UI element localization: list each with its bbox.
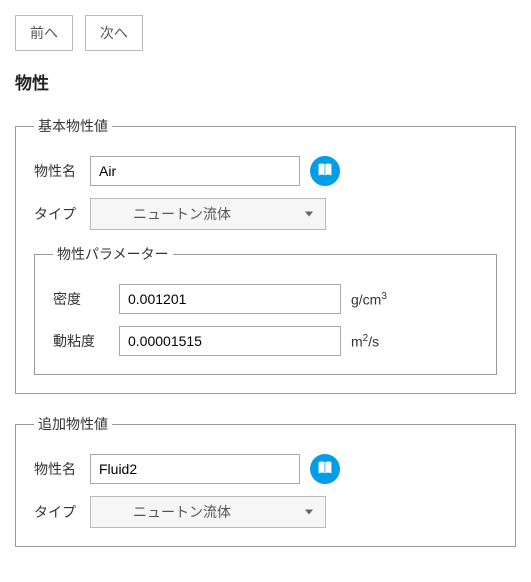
additional-type-label: タイプ xyxy=(34,502,90,522)
density-input[interactable] xyxy=(119,284,341,314)
basic-params-legend: 物性パラメーター xyxy=(53,244,173,264)
additional-properties-fieldset: 追加物性値 物性名 タイプ ニュートン流体 xyxy=(15,414,516,547)
density-row: 密度 g/cm3 xyxy=(53,284,478,314)
basic-name-label: 物性名 xyxy=(34,161,90,181)
nav-buttons: 前へ 次へ xyxy=(15,15,516,51)
additional-type-value: ニュートン流体 xyxy=(91,497,325,527)
basic-library-button[interactable] xyxy=(310,156,340,186)
basic-properties-legend: 基本物性値 xyxy=(34,116,112,136)
basic-type-value: ニュートン流体 xyxy=(91,199,325,229)
additional-name-input[interactable] xyxy=(90,454,300,484)
additional-type-row: タイプ ニュートン流体 xyxy=(34,496,497,528)
basic-properties-fieldset: 基本物性値 物性名 タイプ ニュートン流体 物性パラメーター 密度 g/cm3 xyxy=(15,116,516,394)
basic-type-select[interactable]: ニュートン流体 xyxy=(90,198,326,230)
density-unit: g/cm3 xyxy=(351,291,387,308)
additional-type-select[interactable]: ニュートン流体 xyxy=(90,496,326,528)
book-icon xyxy=(316,161,334,182)
basic-params-fieldset: 物性パラメーター 密度 g/cm3 動粘度 m2/s xyxy=(34,244,497,375)
viscosity-unit: m2/s xyxy=(351,333,379,350)
density-label: 密度 xyxy=(53,289,119,309)
additional-name-label: 物性名 xyxy=(34,459,90,479)
basic-name-row: 物性名 xyxy=(34,156,497,186)
viscosity-row: 動粘度 m2/s xyxy=(53,326,478,356)
chevron-down-icon xyxy=(305,510,313,515)
basic-type-row: タイプ ニュートン流体 xyxy=(34,198,497,230)
prev-button[interactable]: 前へ xyxy=(15,15,73,51)
basic-name-input[interactable] xyxy=(90,156,300,186)
additional-name-row: 物性名 xyxy=(34,454,497,484)
additional-properties-legend: 追加物性値 xyxy=(34,414,112,434)
book-icon xyxy=(316,459,334,480)
page-title: 物性 xyxy=(15,69,516,94)
viscosity-label: 動粘度 xyxy=(53,331,119,351)
basic-type-label: タイプ xyxy=(34,204,90,224)
viscosity-input[interactable] xyxy=(119,326,341,356)
chevron-down-icon xyxy=(305,212,313,217)
additional-library-button[interactable] xyxy=(310,454,340,484)
next-button[interactable]: 次へ xyxy=(85,15,143,51)
